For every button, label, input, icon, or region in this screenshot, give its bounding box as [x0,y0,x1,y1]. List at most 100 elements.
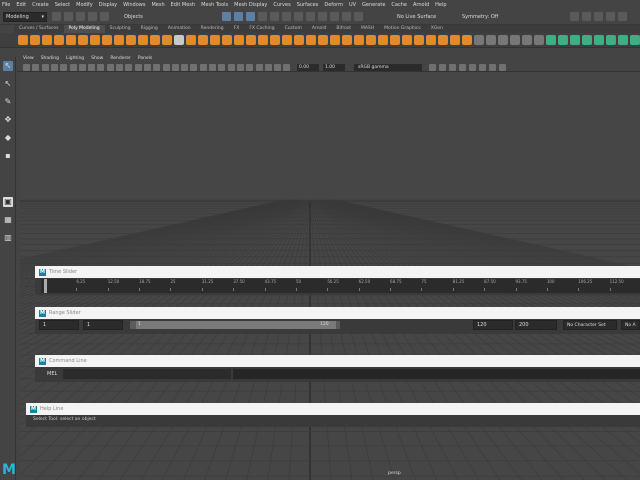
shelf-tab[interactable]: Rendering [196,25,229,33]
menu-item[interactable]: File [2,2,10,8]
shelf-tool-icon[interactable] [582,35,592,45]
viewport-toolbar-icon[interactable] [459,64,466,71]
shelf-tab[interactable]: MASH [356,25,379,33]
menu-item[interactable]: Windows [123,2,145,8]
menu-item[interactable]: Mesh [151,2,164,8]
shelf-tool-icon[interactable] [30,35,40,45]
viewport-toolbar-icon[interactable] [199,64,207,71]
shelf-tool-icon[interactable] [282,35,292,45]
viewport-menu-item[interactable]: Show [91,55,103,63]
shelf-tool-icon[interactable] [498,35,508,45]
shelf-tool-icon[interactable] [342,35,352,45]
shelf-tab[interactable]: Custom [280,25,307,33]
menu-item[interactable]: Create [32,2,49,8]
viewport-toolbar-icon[interactable] [449,64,456,71]
shelf-tab[interactable]: Poly Modeling [63,25,105,33]
viewport-toolbar-icon[interactable] [41,64,49,71]
shelf-tool-icon[interactable] [366,35,376,45]
shelf-tool-icon[interactable] [54,35,64,45]
tool-settings-icon[interactable] [618,12,627,21]
live-surface-field[interactable]: No Live Surface [397,12,447,22]
menu-item[interactable]: Mesh Display [234,2,267,8]
menu-item[interactable]: Arnold [413,2,429,8]
four-view-icon[interactable]: ▦ [3,215,13,225]
render-icon[interactable] [330,12,339,21]
shelf-tool-icon[interactable] [162,35,172,45]
viewport-toolbar-icon[interactable] [60,64,68,71]
shelf-tab[interactable]: FX Caching [244,25,279,33]
outliner-icon[interactable] [606,12,615,21]
shelf-tool-icon[interactable] [102,35,112,45]
viewport-toolbar-icon[interactable] [469,64,476,71]
shelf-tool-icon[interactable] [258,35,268,45]
undo-icon[interactable] [88,12,97,21]
select-tool-icon[interactable]: ↖ [3,61,13,71]
viewport-toolbar-icon[interactable] [489,64,496,71]
menu-item[interactable]: Select [55,2,70,8]
shelf-tool-icon[interactable] [414,35,424,45]
shelf-tool-icon[interactable] [450,35,460,45]
shelf-tool-icon[interactable] [522,35,532,45]
layout-icon[interactable]: ▥ [3,233,13,243]
viewport-toolbar-icon[interactable] [190,64,198,71]
shelf-tool-icon[interactable] [318,35,328,45]
shelf-tool-icon[interactable] [294,35,304,45]
viewport-toolbar-icon[interactable] [97,64,105,71]
shelf-tool-icon[interactable] [90,35,100,45]
current-time-marker[interactable] [44,279,47,293]
shelf-tab[interactable]: Bifrost [331,25,356,33]
menu-item[interactable]: Help [435,2,446,8]
attribute-editor-icon[interactable] [582,12,591,21]
snap-point-icon[interactable] [282,12,291,21]
menu-item[interactable]: Display [99,2,117,8]
menu-item[interactable]: Generate [362,2,385,8]
viewport-toolbar-icon[interactable] [125,64,133,71]
menu-item[interactable]: Cache [391,2,407,8]
animation-end-field[interactable]: 200 [515,320,557,330]
script-language-toggle[interactable]: MEL [45,369,63,379]
snap-surface-icon[interactable] [306,12,315,21]
time-slider[interactable]: 16.2512.5018.752531.2537.5043.755056.256… [41,279,640,293]
shelf-tool-icon[interactable] [78,35,88,45]
render-settings-icon[interactable] [354,12,363,21]
single-view-icon[interactable]: ▣ [3,197,13,207]
shelf-tool-icon[interactable] [138,35,148,45]
shelf-tool-icon[interactable] [570,35,580,45]
shelf-tool-icon[interactable] [558,35,568,45]
viewport-toolbar-icon[interactable] [274,64,282,71]
shelf-tab[interactable]: XGen [426,25,448,33]
shelf-tool-icon[interactable] [510,35,520,45]
viewport-toolbar-icon[interactable] [50,64,58,71]
shelf-tab[interactable]: Sculpting [105,25,136,33]
shelf-tab[interactable]: Animation [163,25,196,33]
shelf-tool-icon[interactable] [186,35,196,45]
shelf-tool-icon[interactable] [354,35,364,45]
shelf-tool-icon[interactable] [378,35,388,45]
viewport-toolbar-icon[interactable] [143,64,151,71]
shelf-tab[interactable]: Motion Graphics [379,25,426,33]
viewport-toolbar-icon[interactable] [162,64,170,71]
shelf-tool-icon[interactable] [18,35,28,45]
shelf-tool-icon[interactable] [270,35,280,45]
select-hierarchy-icon[interactable] [222,12,231,21]
viewport-toolbar-icon[interactable] [255,64,263,71]
viewport-menu-item[interactable]: View [23,55,34,63]
range-slider-bar[interactable]: 1 120 [130,321,340,329]
shelf-tool-icon[interactable] [606,35,616,45]
shelf-tool-icon[interactable] [126,35,136,45]
range-slider-handle[interactable] [136,321,336,329]
shelf-tool-icon[interactable] [462,35,472,45]
shelf-tool-icon[interactable] [402,35,412,45]
shelf-tab[interactable]: Arnold [307,25,332,33]
folder-icon[interactable] [52,12,61,21]
shelf-tool-icon[interactable] [246,35,256,45]
select-object-icon[interactable] [234,12,243,21]
shelf-tool-icon[interactable] [114,35,124,45]
menu-item[interactable]: Mesh Tools [201,2,228,8]
viewport-toolbar-icon[interactable] [181,64,189,71]
viewport-menu-item[interactable]: Renderer [110,55,131,63]
viewport-toolbar-icon[interactable] [153,64,161,71]
symmetry-dropdown[interactable]: Symmetry: Off [462,12,512,22]
move-tool-icon[interactable]: ✥ [3,115,13,125]
shelf-tool-icon[interactable] [618,35,628,45]
